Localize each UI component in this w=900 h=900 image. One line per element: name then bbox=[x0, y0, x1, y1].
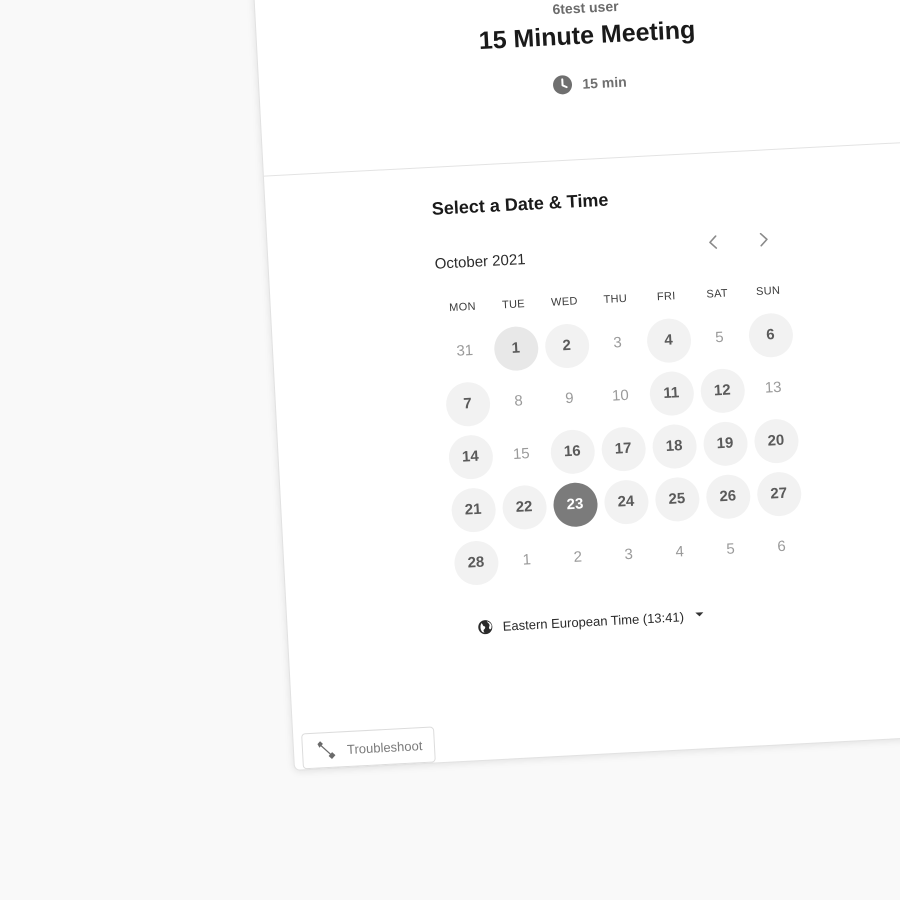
calendar-day-unavailable: 10 bbox=[611, 386, 630, 405]
weekday-header: WED bbox=[550, 295, 578, 309]
calendar-cell: 11 bbox=[644, 365, 698, 421]
calendar-day-button[interactable]: 12 bbox=[699, 367, 746, 414]
calendar-day-button[interactable]: 25 bbox=[653, 475, 700, 523]
calendar-cell: 6 bbox=[744, 307, 798, 363]
calendar-day-button[interactable]: 17 bbox=[600, 425, 647, 472]
weekday-header: MON bbox=[448, 300, 477, 315]
timezone-label: Eastern European Time (13:41) bbox=[502, 609, 685, 634]
calendar-day-outside: 2 bbox=[573, 548, 583, 566]
calendar-cell: 18 bbox=[647, 418, 701, 474]
calendar-cell: 5 bbox=[693, 310, 747, 366]
timezone-selector[interactable]: Eastern European Time (13:41) bbox=[477, 608, 704, 635]
chevron-right-icon bbox=[759, 232, 768, 247]
calendar-cell: 22 bbox=[497, 479, 551, 535]
calendar-cell: 3 bbox=[602, 527, 656, 583]
calendar-day-unavailable: 9 bbox=[564, 389, 575, 408]
weekday-header: SUN bbox=[755, 284, 781, 299]
calendar-cell: 20 bbox=[749, 413, 803, 469]
calendar-cell: 6 bbox=[755, 519, 809, 575]
calendar-day-button[interactable]: 21 bbox=[450, 486, 497, 533]
next-month-button[interactable] bbox=[748, 224, 780, 256]
calendar-cell: 4 bbox=[642, 312, 696, 368]
header-divider bbox=[263, 135, 900, 177]
calendar-cell: 27 bbox=[752, 466, 806, 522]
calendar-cell: 2 bbox=[540, 318, 594, 374]
calendar-cell: 23 bbox=[548, 476, 602, 532]
event-duration: 15 min bbox=[259, 56, 900, 111]
calendar-day-button[interactable]: 14 bbox=[447, 433, 494, 480]
calendar-day-outside: 5 bbox=[725, 540, 736, 558]
weekday-header: TUE bbox=[501, 298, 526, 312]
calendar-cell: 25 bbox=[650, 471, 704, 527]
calendar-day-button[interactable]: 16 bbox=[549, 428, 596, 475]
calendar-day-button[interactable]: 6 bbox=[747, 311, 794, 358]
weekday-header: THU bbox=[603, 292, 628, 306]
previous-month-button[interactable] bbox=[697, 226, 729, 258]
calendar-day-unavailable: 13 bbox=[764, 378, 782, 397]
calendar-day-button[interactable]: 19 bbox=[701, 420, 749, 467]
calendar-cell: 8 bbox=[492, 373, 546, 429]
calendar-day-button[interactable]: 7 bbox=[444, 380, 491, 427]
calendar-day-outside: 6 bbox=[776, 537, 787, 556]
duration-label: 15 min bbox=[581, 73, 628, 92]
calendar-day-unavailable: 15 bbox=[512, 445, 531, 463]
wrench-icon bbox=[314, 739, 337, 762]
calendar-day-outside: 4 bbox=[675, 543, 685, 561]
calendar-cell: 2 bbox=[551, 529, 605, 585]
calendar-cell: 10 bbox=[594, 368, 648, 424]
calendar-day-button[interactable]: 22 bbox=[500, 483, 548, 531]
calendar-cell: 5 bbox=[704, 521, 758, 577]
calendar-cell: 17 bbox=[596, 421, 650, 477]
calendar-cell: 26 bbox=[701, 468, 755, 524]
calendar-cell: 16 bbox=[545, 424, 599, 480]
calendar-day-button[interactable]: 11 bbox=[648, 369, 695, 417]
calendar-grid: MON TUE WED THU FRI SAT SUN 31 1 2 3 4 5 6 7 8 9 10 11 12 13… bbox=[436, 273, 808, 590]
calendar-cell: 4 bbox=[653, 524, 707, 580]
troubleshoot-label: Troubleshoot bbox=[346, 737, 423, 757]
calendar-day-unavailable: 8 bbox=[513, 392, 524, 410]
calendar-cell: 1 bbox=[489, 320, 543, 376]
troubleshoot-button[interactable]: Troubleshoot bbox=[301, 726, 437, 770]
weekday-header: FRI bbox=[656, 290, 676, 304]
calendar-cell: 3 bbox=[591, 315, 645, 371]
calendar-day-unavailable: 5 bbox=[714, 328, 725, 347]
calendar-cell: 21 bbox=[446, 482, 500, 538]
weekday-header: SAT bbox=[706, 287, 729, 301]
calendar-day-outside: 31 bbox=[456, 341, 474, 360]
calendar-day-unavailable: 3 bbox=[612, 334, 623, 352]
globe-icon bbox=[477, 619, 493, 635]
calendar-day-button[interactable]: 4 bbox=[645, 317, 692, 364]
calendar-day-button[interactable]: 24 bbox=[602, 478, 650, 525]
calendar-cell: 9 bbox=[543, 371, 597, 427]
calendar-day-button[interactable]: 26 bbox=[704, 473, 751, 520]
calendar-cell: 31 bbox=[438, 323, 492, 379]
section-title: Select a Date & Time bbox=[431, 189, 609, 219]
calendar-day-outside: 1 bbox=[522, 551, 532, 569]
calendar-cell: 13 bbox=[746, 360, 800, 416]
calendar-cell: 28 bbox=[449, 535, 503, 591]
calendar-day-selected[interactable]: 23 bbox=[551, 481, 599, 528]
caret-down-icon bbox=[695, 611, 704, 617]
clock-icon bbox=[552, 74, 573, 95]
calendar-cell: 24 bbox=[599, 474, 653, 530]
calendar-cell: 14 bbox=[444, 429, 498, 485]
calendar-cell: 15 bbox=[494, 426, 548, 482]
chevron-left-icon bbox=[709, 235, 718, 249]
calendar-cell: 12 bbox=[695, 363, 749, 419]
calendar-day-button[interactable]: 2 bbox=[543, 322, 590, 369]
calendar-day-button[interactable]: 20 bbox=[752, 417, 800, 464]
calendar-day-button[interactable]: 28 bbox=[452, 539, 500, 586]
calendar-day-button[interactable]: 18 bbox=[650, 422, 698, 470]
calendar-cell: 19 bbox=[698, 416, 752, 472]
calendar-day-today[interactable]: 1 bbox=[492, 325, 539, 372]
calendar-cell: 7 bbox=[441, 376, 495, 432]
calendar-day-button[interactable]: 27 bbox=[755, 470, 802, 517]
booking-card: endly 6test user 15 Minute Meeting 15 mi… bbox=[250, 0, 900, 771]
month-label: October 2021 bbox=[434, 251, 526, 273]
calendar-day-outside: 3 bbox=[624, 545, 634, 564]
calendar-cell: 1 bbox=[500, 532, 554, 588]
